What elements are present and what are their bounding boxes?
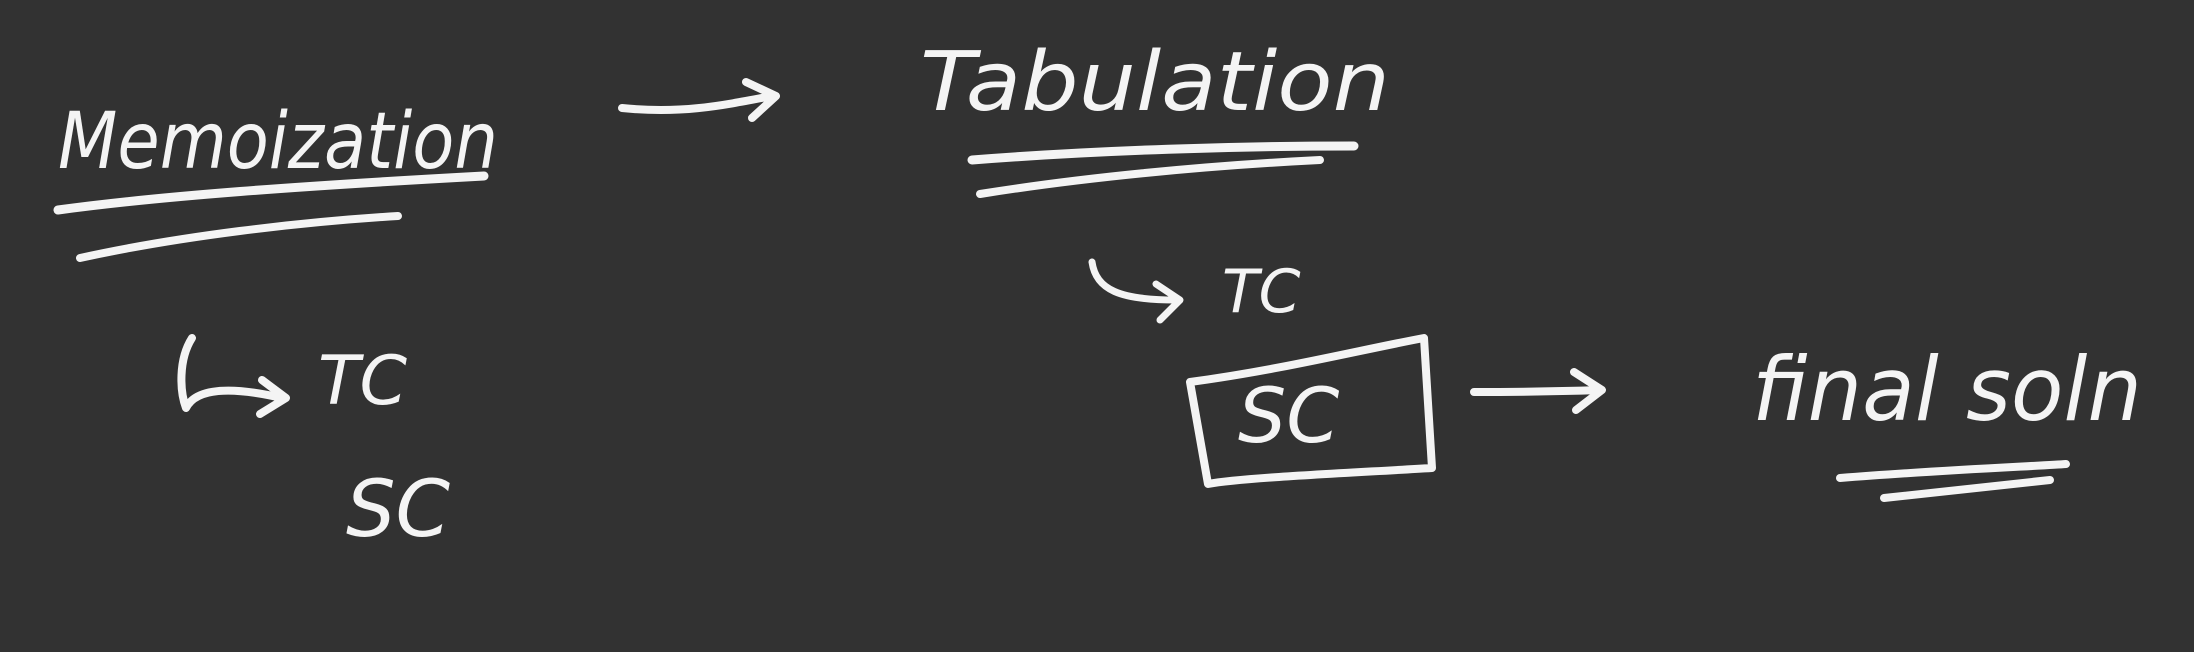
memoization-group: Memoization TC SC	[53, 97, 498, 555]
whiteboard-canvas[interactable]: Memoization TC SC Tabulation TC SC final…	[0, 0, 2194, 652]
tabulation-sc-label: SC	[1238, 371, 1339, 460]
sc-to-final-arrow-shaft	[1470, 386, 1604, 396]
tabulation-tc-label: TC	[1222, 257, 1301, 327]
tabulation-tc-branch-arrow	[1088, 258, 1180, 304]
memoization-tc-label: TC	[318, 342, 408, 421]
memo-to-tab-arrow	[618, 78, 780, 122]
final-solution-underline-1	[1836, 460, 2070, 482]
final-solution-group: final soln	[1752, 338, 2142, 502]
memoization-title: Memoization	[58, 97, 498, 187]
final-solution-label: final soln	[1752, 338, 2142, 441]
memoization-sc-label: SC	[346, 465, 451, 555]
memo-to-tab-arrow-shaft	[618, 92, 776, 115]
handwritten-diagram: Memoization TC SC Tabulation TC SC final…	[53, 35, 2142, 555]
tabulation-underline-2	[976, 156, 1324, 198]
tabulation-title: Tabulation	[920, 35, 1390, 130]
tabulation-group: Tabulation TC SC	[920, 35, 1436, 488]
memoization-tc-branch-arrow	[177, 334, 286, 412]
memoization-underline-2	[76, 212, 402, 262]
sc-to-final-arrow	[1470, 368, 1606, 414]
final-solution-underline-2	[1880, 476, 2054, 502]
